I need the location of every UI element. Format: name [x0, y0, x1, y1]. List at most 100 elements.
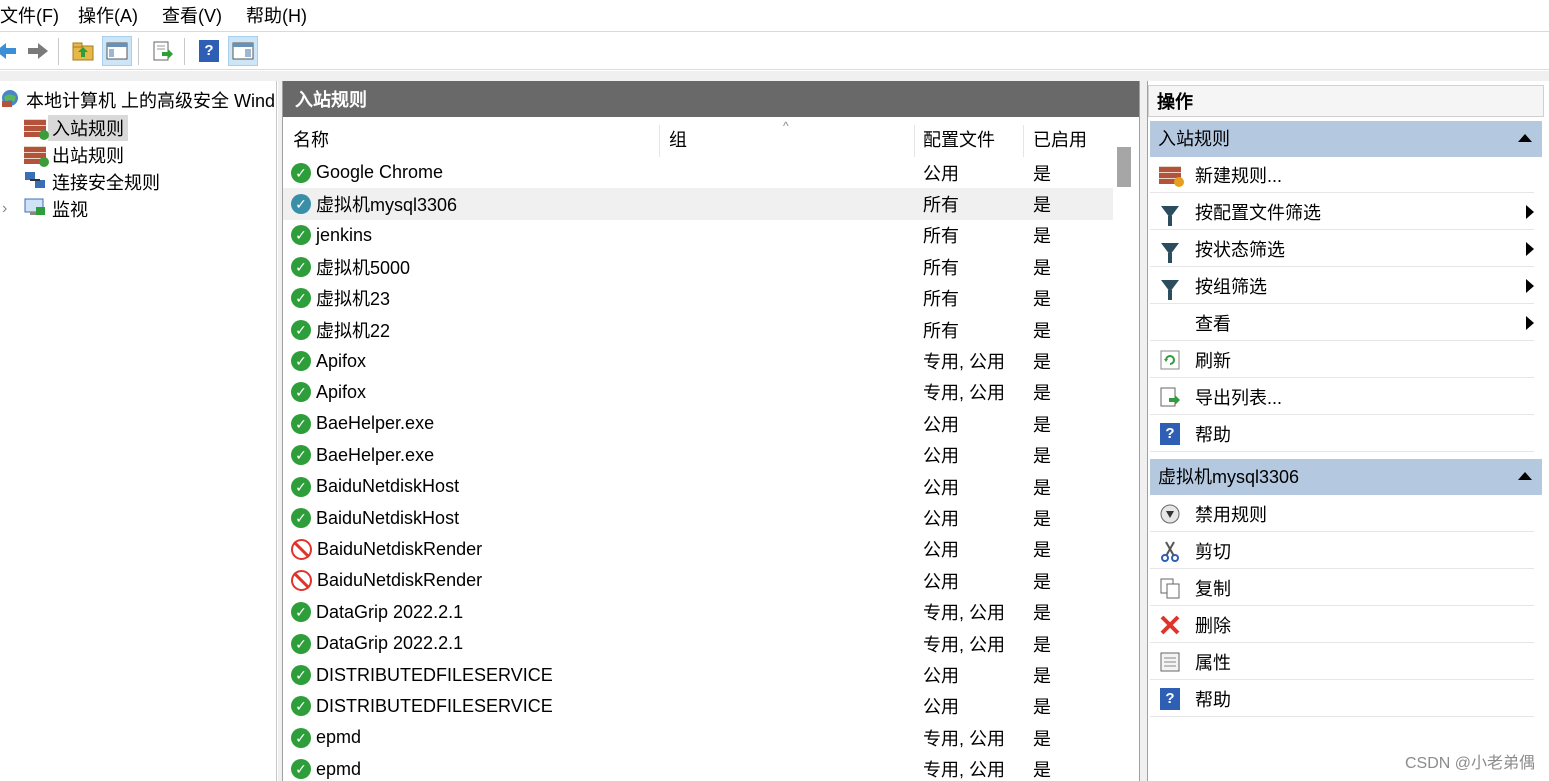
rule-profile: 所有	[923, 289, 959, 310]
rule-name-cell: ✓ DataGrip 2022.2.1	[291, 602, 463, 623]
rule-enabled: 是	[1033, 760, 1051, 781]
menu-action[interactable]: 操作(A)	[78, 4, 138, 28]
rule-name-cell: ✓ 虚拟机23	[291, 285, 390, 311]
action-label: 删除	[1195, 615, 1231, 636]
actions-pane: 操作 入站规则 新建规则... 按配置文件筛选 按状态筛选 按组筛选 查看 刷新 导出列表.…	[1147, 81, 1549, 781]
submenu-arrow-icon	[1526, 278, 1534, 293]
table-row[interactable]: ✓ DISTRIBUTEDFILESERVICE 公用 是	[283, 659, 1113, 690]
table-row[interactable]: ✓ Google Chrome 公用 是	[283, 157, 1113, 188]
table-row[interactable]: ✓ BaiduNetdiskHost 公用 是	[283, 502, 1113, 533]
action-item[interactable]: 新建规则...	[1150, 157, 1534, 193]
table-row[interactable]: ✓ jenkins 所有 是	[283, 220, 1113, 251]
actions-section-inbound-rules[interactable]: 入站规则	[1150, 121, 1542, 157]
action-item[interactable]: 导出列表...	[1150, 379, 1534, 415]
table-row[interactable]: ✓ DISTRIBUTEDFILESERVICE 公用 是	[283, 691, 1113, 722]
action-item[interactable]: 剪切	[1150, 533, 1534, 569]
table-row[interactable]: ✓ 虚拟机23 所有 是	[283, 283, 1113, 314]
tree-root[interactable]: 本地计算机 上的高级安全 Wind	[0, 87, 275, 113]
rule-enabled: 是	[1033, 289, 1051, 310]
forward-icon[interactable]	[22, 36, 52, 66]
table-row[interactable]: ✓ Apifox 专用, 公用 是	[283, 377, 1113, 408]
refresh-icon	[1158, 348, 1182, 372]
allow-rule-icon: ✓	[291, 633, 311, 654]
table-row[interactable]: ✓ 虚拟机5000 所有 是	[283, 251, 1113, 282]
rule-profile: 专用, 公用	[923, 728, 1006, 749]
tree-item-inbound-rules[interactable]: 入站规则	[24, 115, 128, 141]
action-item[interactable]: 禁用规则	[1150, 496, 1534, 532]
action-item[interactable]: 按配置文件筛选	[1150, 194, 1534, 230]
tree-item-connection-security-rules[interactable]: 连接安全规则	[24, 169, 160, 195]
menu-view[interactable]: 查看(V)	[162, 4, 222, 28]
rule-name: BaiduNetdiskHost	[316, 507, 460, 528]
action-item[interactable]: ? 帮助	[1150, 416, 1534, 452]
table-row[interactable]: ✓ epmd 专用, 公用 是	[283, 722, 1113, 753]
column-divider[interactable]	[659, 125, 660, 157]
table-row[interactable]: ✓ DataGrip 2022.2.1 专用, 公用 是	[283, 628, 1113, 659]
action-label: 按组筛选	[1195, 276, 1267, 297]
action-item[interactable]: 刷新	[1150, 342, 1534, 378]
show-hide-action-pane-icon[interactable]	[228, 36, 258, 66]
rule-profile: 所有	[923, 257, 959, 278]
column-header-name[interactable]: 名称	[293, 121, 329, 159]
table-row[interactable]: ✓ BaiduNetdiskHost 公用 是	[283, 471, 1113, 502]
export-list-icon[interactable]	[148, 36, 178, 66]
collapse-icon[interactable]	[1518, 134, 1532, 142]
table-row[interactable]: BaiduNetdiskRender 公用 是	[283, 565, 1113, 596]
pane-splitter-right[interactable]	[1140, 81, 1147, 781]
rule-enabled: 是	[1033, 540, 1051, 561]
rule-name: epmd	[316, 758, 362, 779]
rule-enabled: 是	[1033, 414, 1051, 435]
table-row[interactable]: ✓ BaeHelper.exe 公用 是	[283, 440, 1113, 471]
table-row[interactable]: ✓ epmd 专用, 公用 是	[283, 754, 1113, 781]
allow-rule-icon: ✓	[291, 319, 311, 340]
action-item[interactable]: 复制	[1150, 570, 1534, 606]
action-item[interactable]: ? 帮助	[1150, 681, 1534, 717]
back-icon[interactable]	[0, 36, 22, 66]
tree-item-monitoring[interactable]: › 监视	[2, 196, 88, 222]
rule-name: 虚拟机mysql3306	[316, 195, 458, 216]
column-divider[interactable]	[914, 125, 915, 157]
tree-item-outbound-rules[interactable]: 出站规则	[24, 142, 124, 168]
actions-section-selected-rule[interactable]: 虚拟机mysql3306	[1150, 459, 1542, 495]
column-header-group[interactable]: 组	[669, 121, 687, 159]
tree-item-label: 入站规则	[48, 115, 128, 141]
column-header-enabled[interactable]: 已启用	[1033, 121, 1087, 159]
table-row[interactable]: ✓ 虚拟机22 所有 是	[283, 314, 1113, 345]
menu-file[interactable]: 文件(F)	[0, 4, 59, 28]
menu-bar: 文件(F) 操作(A) 查看(V) 帮助(H)	[0, 0, 1549, 32]
show-hide-tree-icon[interactable]	[102, 36, 132, 66]
menu-help[interactable]: 帮助(H)	[246, 4, 307, 28]
table-row[interactable]: ✓ DataGrip 2022.2.1 专用, 公用 是	[283, 597, 1113, 628]
collapse-icon[interactable]	[1518, 472, 1532, 480]
table-row[interactable]: ✓ 虚拟机mysql3306 所有 是	[283, 188, 1113, 220]
up-folder-icon[interactable]	[68, 36, 98, 66]
rule-name-cell: ✓ Google Chrome	[291, 162, 443, 183]
rule-name-cell: BaiduNetdiskRender	[291, 570, 482, 592]
rule-profile: 专用, 公用	[923, 383, 1006, 404]
table-row[interactable]: BaiduNetdiskRender 公用 是	[283, 534, 1113, 565]
help-icon[interactable]: ?	[194, 36, 224, 66]
vertical-scrollbar[interactable]	[1113, 141, 1139, 781]
action-item[interactable]: 属性	[1150, 644, 1534, 680]
action-item[interactable]: 查看	[1150, 305, 1534, 341]
rule-name: BaeHelper.exe	[316, 444, 435, 465]
scrollbar-thumb[interactable]	[1117, 147, 1131, 187]
action-item[interactable]: 按状态筛选	[1150, 231, 1534, 267]
toolbar-separator	[184, 38, 185, 65]
rule-enabled: 是	[1033, 634, 1051, 655]
action-item[interactable]: 删除	[1150, 607, 1534, 643]
rule-name-cell: ✓ DISTRIBUTEDFILESERVICE	[291, 665, 553, 686]
action-item[interactable]: 按组筛选	[1150, 268, 1534, 304]
rule-name: 虚拟机22	[316, 320, 391, 341]
cut-icon	[1158, 539, 1182, 563]
chevron-right-icon[interactable]: ›	[2, 200, 24, 218]
action-label: 按配置文件筛选	[1195, 202, 1321, 223]
table-row[interactable]: ✓ BaeHelper.exe 公用 是	[283, 408, 1113, 439]
column-divider[interactable]	[1023, 125, 1024, 157]
rule-name: Apifox	[316, 350, 367, 371]
rule-name-cell: ✓ 虚拟机22	[291, 317, 390, 343]
column-header-profile[interactable]: 配置文件	[923, 121, 995, 159]
table-row[interactable]: ✓ Apifox 专用, 公用 是	[283, 345, 1113, 376]
allow-rule-icon: ✓	[291, 162, 311, 183]
help-icon: ?	[1158, 422, 1182, 446]
